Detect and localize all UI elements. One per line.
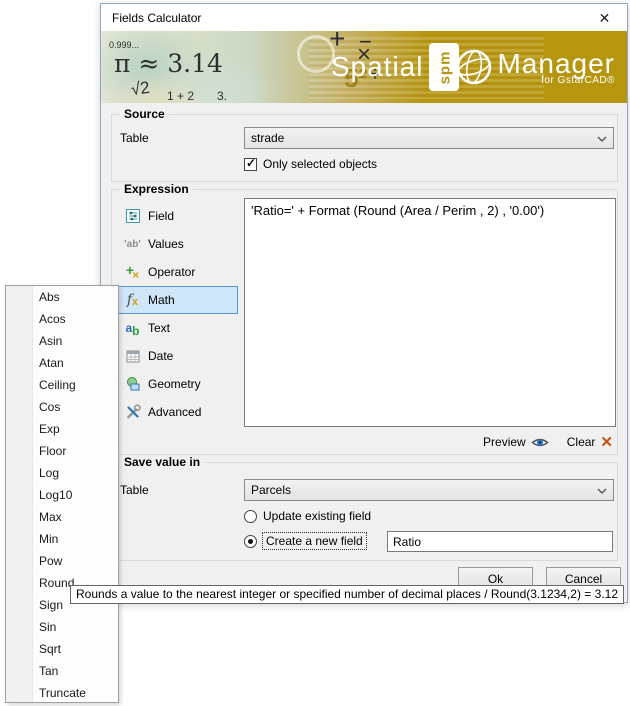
category-geometry[interactable]: Geometry <box>116 370 238 398</box>
clear-label: Clear <box>567 435 596 449</box>
menu-item[interactable]: Tan <box>6 660 118 682</box>
menu-item[interactable]: Sqrt <box>6 638 118 660</box>
update-existing-label: Update existing field <box>263 509 371 523</box>
close-icon: ✕ <box>599 11 611 25</box>
eye-icon <box>531 436 549 449</box>
menu-item[interactable]: Atan <box>6 352 118 374</box>
menu-item[interactable]: Sin <box>6 616 118 638</box>
math-doodle: π ≈ 3.14 <box>114 49 223 78</box>
chevron-down-icon <box>597 136 607 142</box>
create-new-field-radio-row[interactable]: Create a new field <box>244 533 366 549</box>
menu-item[interactable]: Log10 <box>6 484 118 506</box>
expression-category-list: Field Values Operator Math Text <box>116 202 242 426</box>
radio-off-icon[interactable] <box>244 510 257 523</box>
category-operator[interactable]: Operator <box>116 258 238 286</box>
menu-item[interactable]: Exp <box>6 418 118 440</box>
category-label: Operator <box>148 265 195 279</box>
save-table-dropdown[interactable]: Parcels <box>244 479 614 501</box>
math-icon <box>124 292 141 309</box>
menu-item[interactable]: Log <box>6 462 118 484</box>
fields-calculator-dialog: Fields Calculator ✕ 0.999... π ≈ 3.14 √2… <box>100 3 628 603</box>
menu-item[interactable]: Cos <box>6 396 118 418</box>
category-label: Math <box>148 293 175 307</box>
title-bar[interactable]: Fields Calculator ✕ <box>101 4 627 31</box>
source-table-value: strade <box>251 131 284 145</box>
expression-group: Expression Field Values Operator Math <box>111 189 618 455</box>
field-icon <box>124 208 141 225</box>
expression-editor[interactable]: 'Ratio=' + Format (Round (Area / Perim ,… <box>244 198 616 427</box>
category-field[interactable]: Field <box>116 202 238 230</box>
menu-item[interactable]: Abs <box>6 286 118 308</box>
math-doodle: √2 <box>130 78 151 100</box>
save-table-label: Table <box>120 483 149 497</box>
menu-item[interactable]: Truncate <box>6 682 118 704</box>
only-selected-checkbox-row[interactable]: Only selected objects <box>244 157 377 171</box>
math-doodle: 1 + 2 <box>167 89 194 103</box>
category-advanced[interactable]: Advanced <box>116 398 238 426</box>
date-icon <box>124 348 141 365</box>
globe-icon <box>453 46 495 88</box>
preview-button[interactable]: Preview <box>483 435 549 449</box>
category-date[interactable]: Date <box>116 342 238 370</box>
brand-banner: 0.999... π ≈ 3.14 √2 1 + 2 3. (1 − 2) + … <box>101 31 627 103</box>
category-text[interactable]: Text <box>116 314 238 342</box>
advanced-icon <box>124 404 141 421</box>
save-table-value: Parcels <box>251 483 291 497</box>
text-icon <box>124 320 141 337</box>
menu-item[interactable]: Ceiling <box>6 374 118 396</box>
math-functions-menu: Abs Acos Asin Atan Ceiling Cos Exp Floor… <box>5 285 119 703</box>
category-label: Values <box>148 237 184 251</box>
category-label: Text <box>148 321 170 335</box>
geometry-icon <box>124 376 141 393</box>
chevron-down-icon <box>597 488 607 494</box>
source-group: Source Table strade Only selected object… <box>111 114 618 182</box>
create-new-field-label: Create a new field <box>263 533 366 549</box>
only-selected-label: Only selected objects <box>263 157 377 171</box>
radio-on-icon[interactable] <box>244 535 257 548</box>
new-field-name-input[interactable] <box>387 531 613 552</box>
menu-item[interactable]: Max <box>6 506 118 528</box>
round-tooltip: Rounds a value to the nearest integer or… <box>70 585 624 604</box>
spatial-manager-logo: Spatial spm Manager for GstarCAD® <box>331 43 615 91</box>
values-icon <box>124 236 141 253</box>
source-group-title: Source <box>120 107 169 121</box>
menu-item[interactable]: Asin <box>6 330 118 352</box>
category-math[interactable]: Math <box>116 286 238 314</box>
menu-item[interactable]: Pow <box>6 550 118 572</box>
spm-text: spm <box>436 50 453 84</box>
brand-subtitle: for GstarCAD® <box>541 75 615 86</box>
category-label: Geometry <box>148 377 201 391</box>
math-doodle: 3. <box>217 89 227 103</box>
category-values[interactable]: Values <box>116 230 238 258</box>
menu-item[interactable]: Floor <box>6 440 118 462</box>
source-table-dropdown[interactable]: strade <box>244 127 614 149</box>
close-button[interactable]: ✕ <box>582 4 627 31</box>
category-label: Advanced <box>148 405 201 419</box>
save-group-title: Save value in <box>120 455 204 469</box>
category-label: Date <box>148 349 173 363</box>
save-group: Save value in Table Parcels Update exist… <box>111 462 618 561</box>
expression-group-title: Expression <box>120 182 193 196</box>
preview-label: Preview <box>483 435 526 449</box>
menu-item[interactable]: Min <box>6 528 118 550</box>
checkbox-checked-icon[interactable] <box>244 158 257 171</box>
update-existing-radio-row[interactable]: Update existing field <box>244 509 371 523</box>
category-label: Field <box>148 209 174 223</box>
brand-spatial: Spatial <box>331 51 424 83</box>
math-doodle: (1 − 2) + 3 <box>169 102 229 103</box>
clear-x-icon: ✕ <box>600 435 613 450</box>
menu-item[interactable]: Acos <box>6 308 118 330</box>
source-table-label: Table <box>120 131 149 145</box>
window-title: Fields Calculator <box>112 11 201 25</box>
operator-icon <box>124 264 141 281</box>
clear-button[interactable]: Clear ✕ <box>567 435 613 450</box>
